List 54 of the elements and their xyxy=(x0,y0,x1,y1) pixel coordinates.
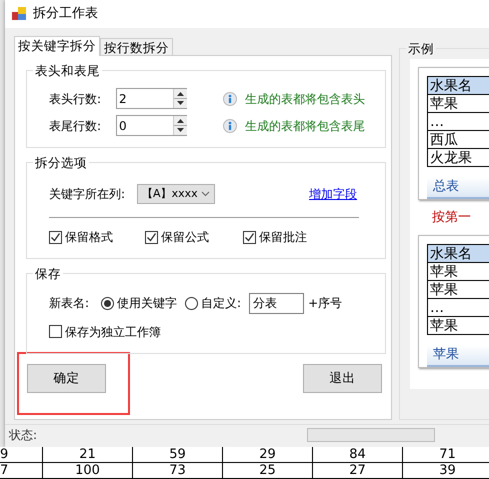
table-cell: 苹果 xyxy=(428,94,489,112)
field-label: 表头行数: xyxy=(49,90,102,108)
table-cell: 84 xyxy=(313,447,403,462)
hint-text: 生成的表都将包含表头 xyxy=(245,90,366,108)
number-spinner[interactable]: 0 xyxy=(116,115,188,136)
header-cell: 水果名 xyxy=(428,76,489,94)
table-cell: 25 xyxy=(223,463,313,478)
chevron-icon xyxy=(201,191,210,197)
table-cell: 9 xyxy=(0,447,43,462)
checkmark-icon xyxy=(146,232,157,242)
table-cell: 27 xyxy=(313,463,403,478)
header-cell: 水果名 xyxy=(428,244,489,262)
add-field-link[interactable]: 增加字段 xyxy=(309,185,357,203)
checkmark-icon xyxy=(50,232,61,242)
tab[interactable]: 按关键字拆分 xyxy=(14,36,100,56)
table-cell: … xyxy=(428,298,489,316)
info-icon xyxy=(223,92,238,106)
table-cell: 73 xyxy=(133,463,223,478)
radio-button[interactable]: 使用关键字 xyxy=(101,294,178,312)
number-spinner[interactable]: 2 xyxy=(116,88,188,109)
table-cell: 火龙果 xyxy=(428,148,489,166)
table-cell: 苹果 xyxy=(428,262,489,280)
table-cell: 39 xyxy=(403,463,489,478)
dialog-button[interactable]: 确定 xyxy=(27,364,106,393)
app-icon xyxy=(11,6,27,22)
checkbox[interactable]: 保存为独立工作簿 xyxy=(49,322,161,340)
checkbox[interactable]: 保留格式 xyxy=(49,228,145,246)
tab[interactable]: 按行数拆分 xyxy=(100,38,173,56)
key-column-dropdown[interactable]: 【A】xxxx xyxy=(137,184,216,204)
table-cell: 59 xyxy=(133,447,223,462)
hint-text: 生成的表都将包含表尾 xyxy=(245,118,366,134)
dialog-button[interactable]: 退出 xyxy=(303,364,382,393)
table-cell: 71 xyxy=(403,447,489,462)
suffix-label: +序号 xyxy=(308,295,342,312)
checkbox[interactable]: 保留公式 xyxy=(145,228,243,246)
table-cell: … xyxy=(428,112,489,130)
field-label: 新表名: xyxy=(49,295,90,312)
table-cell: 7 xyxy=(0,463,43,478)
table-cell: 100 xyxy=(43,463,133,478)
checkmark-icon xyxy=(244,232,255,242)
caption-text: 按第一 xyxy=(431,208,472,226)
window-title: 拆分工作表 xyxy=(33,5,98,24)
info-icon xyxy=(223,118,238,132)
table-cell: 苹果 xyxy=(428,280,489,298)
status-label: 状态: xyxy=(9,426,38,444)
checkbox[interactable]: 保留批注 xyxy=(243,228,341,246)
radio-button[interactable]: 自定义: xyxy=(185,294,242,312)
table-cell: 29 xyxy=(223,447,313,462)
field-label: 关键字所在列: xyxy=(49,186,126,203)
name-input[interactable]: 分表 xyxy=(249,292,304,314)
field-label: 表尾行数: xyxy=(49,118,102,134)
table-cell: 21 xyxy=(43,447,133,462)
table-cell: 西瓜 xyxy=(428,130,489,148)
table-cell: 苹果 xyxy=(428,316,489,334)
